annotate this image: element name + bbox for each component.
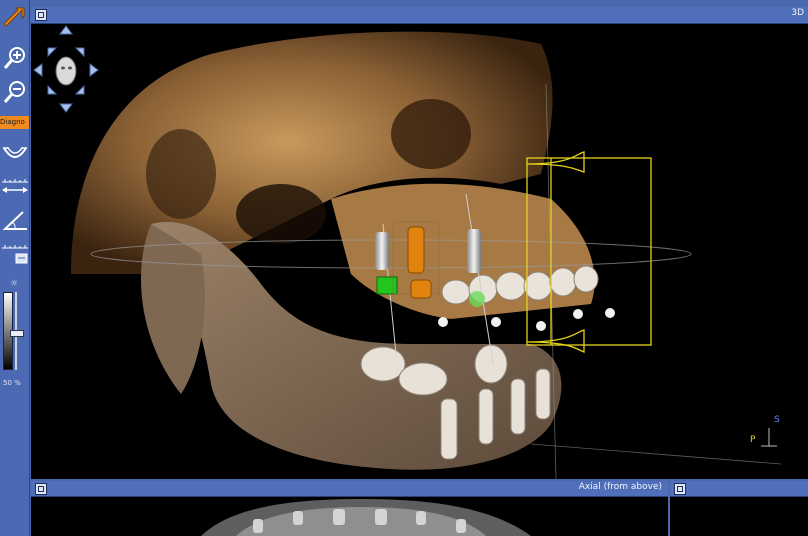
view-3d-title: 3D — [791, 8, 804, 18]
head-rotation-navigator[interactable] — [33, 25, 99, 113]
view-3d-pane[interactable]: 3D S P — [31, 7, 808, 479]
zoom-in-icon — [3, 47, 25, 69]
arrow-pointer-icon — [2, 7, 24, 27]
diagnose-tab[interactable]: Diagno — [0, 116, 29, 129]
distance-measure-button[interactable] — [0, 172, 29, 202]
zoom-out-icon — [3, 81, 25, 103]
zoom-in-button[interactable] — [0, 44, 29, 74]
dental-arch-icon — [2, 147, 27, 158]
angle-icon — [1, 211, 27, 230]
density-measure-button[interactable] — [0, 240, 29, 270]
contrast-value: 50 % — [3, 379, 21, 387]
maximize-cross-section-button[interactable] — [674, 483, 686, 495]
brightness-icon: ☼ — [10, 279, 19, 289]
axial-slice-image[interactable] — [31, 497, 668, 536]
zoom-out-button[interactable] — [0, 78, 29, 108]
contrast-slider-thumb[interactable] — [10, 330, 24, 337]
volume-render-3d[interactable]: S P — [31, 24, 808, 479]
panoramic-curve-button[interactable] — [0, 138, 29, 168]
axial-pane[interactable]: Axial (from above) — [31, 481, 668, 536]
pointer-tool-button[interactable] — [0, 2, 29, 32]
head-avatar-icon — [55, 56, 77, 86]
maximize-axial-button[interactable] — [35, 483, 47, 495]
angle-measure-button[interactable] — [0, 206, 29, 236]
orientation-s-label: S — [774, 415, 780, 425]
orientation-axes-icon — [761, 428, 777, 447]
orientation-p-label: P — [750, 435, 756, 445]
cross-section-titlebar — [670, 481, 808, 497]
left-toolbar: Diagno ☼ 50 % — [0, 0, 30, 536]
cross-section-pane[interactable] — [670, 481, 808, 536]
axial-titlebar: Axial (from above) — [31, 481, 668, 497]
axial-title: Axial (from above) — [578, 482, 662, 492]
maximize-3d-button[interactable] — [35, 9, 47, 21]
density-ruler-icon — [1, 245, 28, 264]
view-3d-titlebar: 3D — [31, 7, 808, 24]
ruler-measure-icon — [1, 179, 28, 193]
